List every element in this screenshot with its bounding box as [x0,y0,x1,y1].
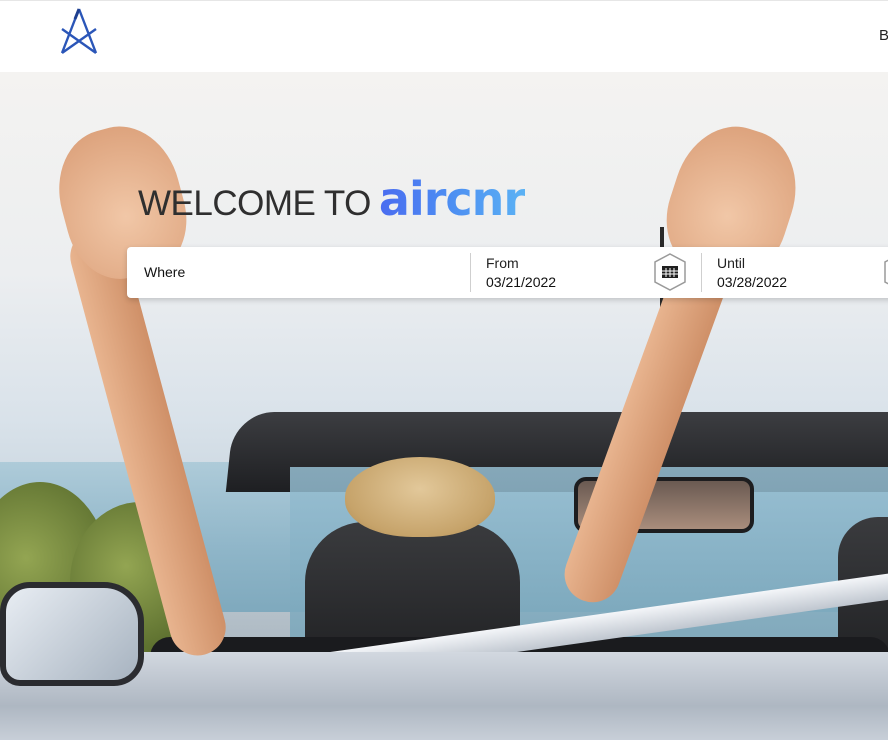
until-label: Until [717,255,746,271]
calendar-icon[interactable] [652,252,688,292]
divider [470,253,471,292]
header: B [0,0,888,72]
from-label: From [486,255,519,271]
where-input[interactable]: Where [144,264,185,280]
straw-hat [345,457,495,537]
calendar-icon[interactable] [882,252,888,292]
nav-item-partial[interactable]: B [879,27,888,44]
divider [701,253,702,292]
welcome-text: WELCOME TO [138,184,371,223]
welcome-heading: WELCOME TO aircnr [138,172,526,226]
from-date-input[interactable]: 03/21/2022 [486,274,556,290]
search-bar: Where From 03/21/2022 Until 03/28/2022 [127,247,888,298]
brand-name: aircnr [378,172,526,226]
logo-icon[interactable] [58,7,100,57]
side-mirror [0,582,144,686]
until-date-input[interactable]: 03/28/2022 [717,274,787,290]
